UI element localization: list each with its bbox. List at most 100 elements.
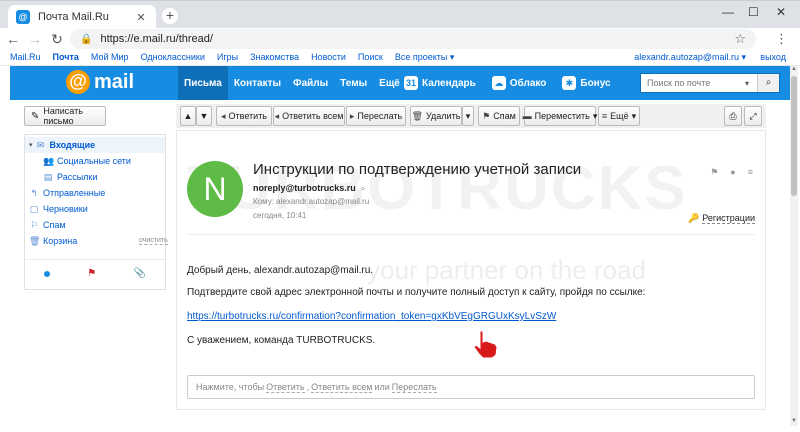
- nav-letters[interactable]: Письма: [178, 66, 228, 100]
- next-letter-button[interactable]: ▼: [196, 106, 212, 126]
- arrow-up-icon: ▲: [183, 111, 193, 121]
- expand-icon: ⤢: [749, 110, 757, 121]
- clean-trash-link[interactable]: очистить: [139, 237, 168, 245]
- nav-contacts[interactable]: Контакты: [228, 66, 287, 100]
- quick-forward-link[interactable]: Переслать: [391, 382, 437, 393]
- portal-link-games[interactable]: Игры: [217, 52, 238, 63]
- watermark-slogan: your partner on the road: [367, 255, 646, 285]
- portal-link-all-projects[interactable]: Все проекты ▾: [395, 52, 455, 63]
- forward-icon[interactable]: →: [24, 31, 46, 47]
- browser-tab[interactable]: @ Почта Mail.Ru ✕: [8, 5, 156, 29]
- quick-reply-all-link[interactable]: Ответить всем: [311, 382, 373, 393]
- logo-text: mail: [94, 70, 135, 93]
- portal-link-mail[interactable]: Почта: [53, 52, 79, 63]
- letter-instruction: Подтвердите свой адрес электронной почты…: [187, 287, 646, 298]
- scroll-up-icon[interactable]: ▲: [790, 66, 798, 74]
- user-account-menu[interactable]: alexandr.autozap@mail.ru ▾: [634, 52, 746, 63]
- confirmation-link[interactable]: https://turbotrucks.ru/confirmation?conf…: [187, 311, 556, 322]
- nav-themes[interactable]: Темы: [334, 66, 373, 100]
- close-tab-icon[interactable]: ✕: [134, 11, 148, 24]
- close-window-icon[interactable]: ✕: [776, 5, 786, 19]
- minimize-icon[interactable]: —: [722, 5, 734, 19]
- spam-icon: ⚐: [29, 220, 39, 230]
- delete-button[interactable]: 🗑 Удалить: [410, 106, 462, 126]
- url-text: https://e.mail.ru/thread/: [100, 33, 213, 45]
- nav-calendar[interactable]: 31 Календарь: [396, 66, 484, 100]
- delete-options-button[interactable]: ▾: [462, 106, 474, 126]
- reply-all-button[interactable]: ◂ Ответить всем: [273, 106, 345, 126]
- letter-to: Кому: alexandr.autozap@mail.ru: [253, 197, 370, 206]
- letter-from[interactable]: noreply@turbotrucks.ru ⌕: [253, 183, 365, 194]
- flag-icon[interactable]: ⚑: [710, 167, 718, 178]
- sender-avatar: N: [187, 161, 243, 217]
- folder-social[interactable]: 👥 Социальные сети: [25, 153, 131, 169]
- folder-newsletters[interactable]: ▤ Рассылки: [25, 169, 98, 185]
- quick-reply-link[interactable]: Ответить: [266, 382, 305, 393]
- portal-link-search[interactable]: Поиск: [358, 52, 383, 63]
- compose-button[interactable]: ✎ Написать письмо: [24, 106, 106, 126]
- browser-menu-icon[interactable]: ⋮: [775, 31, 788, 47]
- more-button[interactable]: ≡ Ещё ▾: [598, 106, 640, 126]
- flagged-filter-icon[interactable]: ⚑: [87, 268, 96, 279]
- nav-cloud-label: Облако: [509, 77, 547, 89]
- browser-tab-strip: @ Почта Mail.Ru ✕ + — ☐ ✕: [0, 0, 800, 29]
- forward-button[interactable]: ▸ Переслать: [346, 106, 406, 126]
- spam-button[interactable]: ⚑ Спам: [478, 106, 520, 126]
- menu-lines-icon[interactable]: ≡: [748, 167, 753, 178]
- mail-logo[interactable]: @ mail: [66, 70, 134, 94]
- folder-spam[interactable]: ⚐ Спам: [25, 217, 66, 233]
- nav-files[interactable]: Файлы: [287, 66, 334, 100]
- prev-letter-button[interactable]: ▲: [180, 106, 196, 126]
- reply-button[interactable]: ◂ Ответить: [216, 106, 272, 126]
- thumbs-down-icon: ⚑: [482, 110, 491, 121]
- portal-link-myworld[interactable]: Мой Мир: [91, 52, 129, 63]
- portal-link-dating[interactable]: Знакомства: [250, 52, 299, 63]
- nav-cloud[interactable]: ☁ Облако: [484, 66, 555, 100]
- collapse-arrow-icon[interactable]: ▾: [29, 141, 33, 149]
- category-label: Регистрации: [702, 213, 755, 224]
- search-options-dropdown-icon[interactable]: ▾: [745, 79, 749, 88]
- sender-address: noreply@turbotrucks.ru: [253, 183, 356, 193]
- search-input[interactable]: [641, 78, 741, 88]
- folder-label: Рассылки: [57, 172, 98, 182]
- letter-greeting: Добрый день, alexandr.autozap@mail.ru.: [187, 265, 374, 276]
- category-registration[interactable]: 🔑 Регистрации: [688, 213, 755, 224]
- logout-link[interactable]: выход: [760, 52, 786, 62]
- portal-link-ok[interactable]: Одноклассники: [141, 52, 205, 63]
- unread-filter-icon[interactable]: [43, 270, 50, 277]
- cloud-icon: ☁: [491, 76, 506, 90]
- print-button[interactable]: ⎙: [724, 106, 742, 126]
- back-icon[interactable]: ←: [2, 31, 24, 47]
- move-button[interactable]: ▬ Переместить ▾: [523, 106, 597, 126]
- portal-link-mailru[interactable]: Mail.Ru: [10, 52, 41, 63]
- reload-icon[interactable]: ↻: [46, 31, 68, 48]
- read-status-icon[interactable]: ●: [730, 167, 735, 178]
- scroll-down-icon[interactable]: ▼: [790, 418, 798, 426]
- expand-button[interactable]: ⤢: [744, 106, 762, 126]
- letter-view: TURBOTRUCKS your partner on the road N И…: [176, 130, 766, 410]
- maximize-icon[interactable]: ☐: [748, 5, 759, 19]
- attachment-filter-icon[interactable]: 📎: [134, 268, 146, 279]
- trash-icon: 🗑: [411, 110, 424, 121]
- folder-inbox[interactable]: ▾ ✉ Входящие: [25, 137, 165, 153]
- nav-bonus[interactable]: ✱ Бонус: [554, 66, 618, 100]
- search-icon[interactable]: ⌕: [360, 183, 365, 193]
- letter-time: сегодня, 10:41: [253, 211, 307, 220]
- search-button[interactable]: ⌕: [757, 74, 779, 92]
- quick-reply-box[interactable]: Нажмите, чтобы Ответить, Ответить всем и…: [187, 375, 755, 399]
- folder-label: Спам: [43, 220, 66, 230]
- folder-drafts[interactable]: ▢ Черновики: [25, 201, 88, 217]
- folder-trash[interactable]: 🗑 Корзина: [25, 233, 77, 249]
- portal-link-news[interactable]: Новости: [311, 52, 346, 63]
- dropdown-arrow-icon: ▾: [465, 110, 471, 121]
- forward-label: Переслать: [357, 111, 403, 121]
- nav-calendar-label: Календарь: [422, 77, 476, 89]
- folder-label: Отправленные: [43, 188, 106, 198]
- folder-sent[interactable]: ↰ Отправленные: [25, 185, 105, 201]
- new-tab-button[interactable]: +: [162, 8, 178, 24]
- address-bar[interactable]: 🔒 https://e.mail.ru/thread/ ☆: [70, 29, 756, 49]
- page-scrollbar[interactable]: ▲ ▼: [790, 66, 798, 426]
- scrollbar-thumb[interactable]: [791, 76, 797, 196]
- bookmark-star-icon[interactable]: ☆: [734, 31, 746, 47]
- folder-label: Социальные сети: [57, 156, 131, 166]
